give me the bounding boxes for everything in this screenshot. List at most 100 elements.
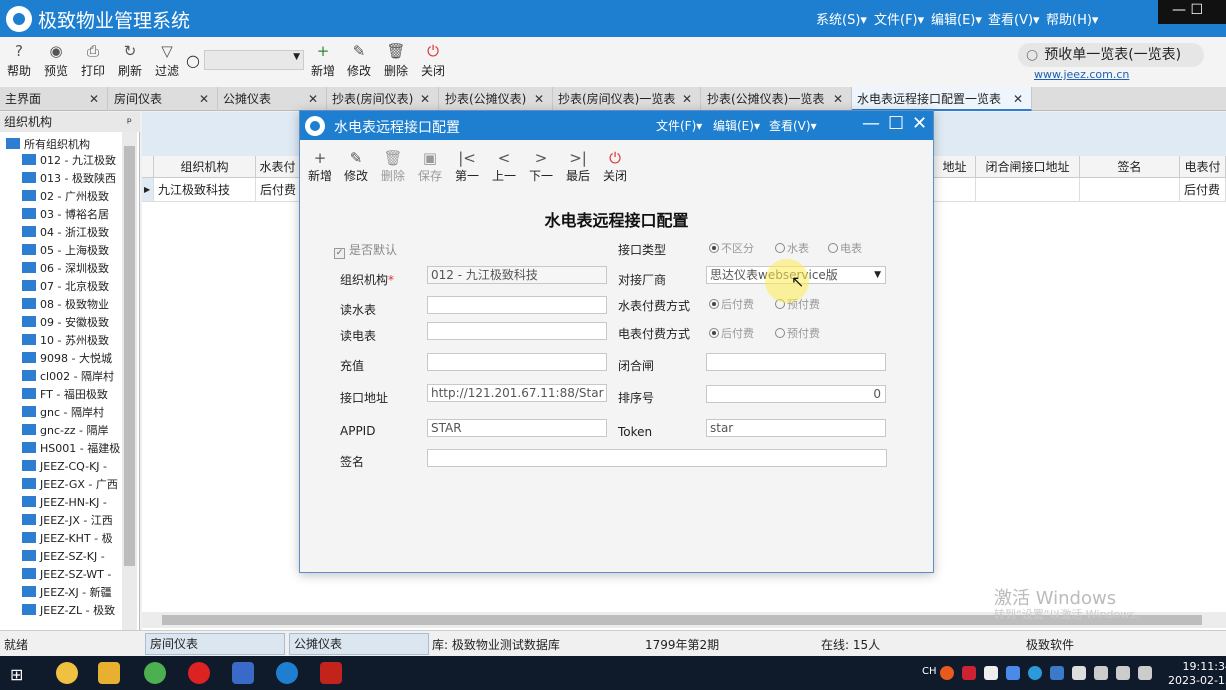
col-elec-pay[interactable]: 电表付	[1180, 156, 1226, 178]
dialog-menu-edit[interactable]: 编辑(E)▾	[713, 117, 760, 134]
tree-item[interactable]: JEEZ-HN-KJ -	[22, 494, 120, 512]
jeez-app-icon[interactable]	[276, 662, 298, 684]
filter-combo[interactable]: ▼	[204, 50, 304, 70]
dialog-add-button[interactable]: + 新增	[303, 149, 337, 189]
close-icon[interactable]: ✕	[833, 87, 843, 111]
tree-item[interactable]: FT - 福田极致	[22, 386, 120, 404]
col-water-pay[interactable]: 水表付	[256, 156, 300, 178]
radio-elec-postpaid[interactable]: 后付费	[709, 325, 754, 341]
dialog-close-button[interactable]: ⏻ 关闭	[598, 149, 632, 189]
refresh-button[interactable]: ↻ 刷新	[113, 41, 147, 83]
tray-app-icon[interactable]	[1050, 666, 1064, 680]
edit-button[interactable]: ✎ 修改	[342, 41, 376, 83]
maximize-icon[interactable]: ☐	[888, 113, 904, 134]
video-app-icon[interactable]	[320, 662, 342, 684]
tab-read-room-list[interactable]: 抄表(房间仪表)一览表 ✕	[553, 87, 701, 111]
tab-read-room[interactable]: 抄表(房间仪表) ✕	[327, 87, 439, 111]
menu-view[interactable]: 查看(V)▾	[988, 9, 1040, 28]
close-button[interactable]: ⏻ 关闭	[416, 41, 450, 83]
print-button[interactable]: ⎙ 打印	[76, 41, 110, 83]
taskbar-clock[interactable]: 19:11:342023-02-15	[1168, 660, 1226, 688]
delete-button[interactable]: 🗑 删除	[379, 41, 413, 83]
tree-item[interactable]: 09 - 安徽极致	[22, 314, 120, 332]
col-org[interactable]: 组织机构	[154, 156, 256, 178]
tree-item[interactable]: 012 - 九江极致	[22, 152, 120, 170]
file-explorer-icon[interactable]	[98, 662, 120, 684]
dialog-menu-file[interactable]: 文件(F)▾	[656, 117, 702, 134]
tree-item[interactable]: JEEZ-CQ-KJ -	[22, 458, 120, 476]
cell-water-pay[interactable]: 后付费	[256, 178, 300, 202]
recorder-icon[interactable]	[188, 662, 210, 684]
volume-icon[interactable]	[1138, 666, 1152, 680]
window-controls[interactable]: — ☐	[1158, 0, 1226, 24]
close-icon[interactable]: ✕	[1013, 87, 1023, 111]
tree-item[interactable]: 10 - 苏州极致	[22, 332, 120, 350]
col-address[interactable]: 地址	[934, 156, 976, 178]
tray-app-icon[interactable]	[984, 666, 998, 680]
appid-field[interactable]: STAR	[427, 419, 607, 437]
read-elec-field[interactable]	[427, 322, 607, 340]
tree-item[interactable]: JEEZ-GX - 广西	[22, 476, 120, 494]
dialog-save-button[interactable]: ▣ 保存	[413, 149, 447, 189]
tree-item[interactable]: 03 - 博裕名居	[22, 206, 120, 224]
tab-read-shared-list[interactable]: 抄表(公摊仪表)一览表 ✕	[702, 87, 852, 111]
dialog-edit-button[interactable]: ✎ 修改	[339, 149, 373, 189]
filter-button[interactable]: ▽ 过滤	[150, 41, 184, 83]
read-water-field[interactable]	[427, 296, 607, 314]
tree-scrollbar[interactable]	[122, 132, 137, 630]
close-icon[interactable]: ✕	[308, 87, 318, 111]
qq-icon[interactable]	[56, 662, 78, 684]
windows-start-icon[interactable]: ⊞	[10, 665, 23, 684]
website-link[interactable]: www.jeez.com.cn	[1034, 68, 1129, 81]
tab-main[interactable]: 主界面 ✕	[0, 87, 108, 111]
close-icon[interactable]: ✕	[534, 87, 544, 111]
sort-no-field[interactable]: 0	[706, 385, 886, 403]
close-icon[interactable]: ✕	[682, 87, 692, 111]
menu-edit[interactable]: 编辑(E)▾	[931, 9, 982, 28]
close-icon[interactable]: ✕	[199, 87, 209, 111]
token-field[interactable]: star	[706, 419, 886, 437]
close-gate-field[interactable]	[706, 353, 886, 371]
tree-item[interactable]: 02 - 广州极致	[22, 188, 120, 206]
tree-item[interactable]: JEEZ-ZL - 极致	[22, 602, 120, 620]
network-icon[interactable]	[1116, 666, 1130, 680]
tab-room-meter[interactable]: 房间仪表 ✕	[109, 87, 218, 111]
next-record-button[interactable]: > 下一	[524, 149, 558, 189]
tab-meter-interface-list[interactable]: 水电表远程接口配置一览表 ✕	[852, 87, 1032, 111]
tree-item[interactable]: cl002 - 隔岸村	[22, 368, 120, 386]
close-icon[interactable]: ✕	[89, 87, 99, 111]
menu-file[interactable]: 文件(F)▾	[874, 9, 924, 28]
tray-app-icon[interactable]	[940, 666, 954, 680]
radio-water-postpaid[interactable]: 后付费	[709, 296, 754, 312]
tree-item[interactable]: 08 - 极致物业	[22, 296, 120, 314]
tray-app-icon[interactable]	[962, 666, 976, 680]
shield-icon[interactable]	[1006, 666, 1020, 680]
col-signature[interactable]: 签名	[1080, 156, 1180, 178]
status-tab-shared-meter[interactable]: 公摊仪表	[289, 633, 429, 655]
tree-item[interactable]: 06 - 深圳极致	[22, 260, 120, 278]
signature-field[interactable]	[427, 449, 887, 467]
org-field[interactable]: 012 - 九江极致科技	[427, 266, 607, 284]
add-button[interactable]: + 新增	[306, 41, 340, 83]
is-default-checkbox[interactable]: ✓ 是否默认	[334, 241, 397, 259]
menu-system[interactable]: 系统(S)▾	[816, 9, 867, 28]
tab-read-shared[interactable]: 抄表(公摊仪表) ✕	[440, 87, 553, 111]
search-icon[interactable]: ○	[186, 51, 200, 70]
tree-item[interactable]: JEEZ-SZ-WT -	[22, 566, 120, 584]
api-url-field[interactable]: http://121.201.67.11:88/Star	[427, 384, 607, 402]
tree-item[interactable]: 05 - 上海极致	[22, 242, 120, 260]
recharge-field[interactable]	[427, 353, 607, 371]
tree-item[interactable]: JEEZ-SZ-KJ -	[22, 548, 120, 566]
tree-item[interactable]: gnc-zz - 隔岸	[22, 422, 120, 440]
ime-indicator[interactable]: CH	[922, 666, 937, 677]
app-icon[interactable]	[232, 662, 254, 684]
minimize-icon[interactable]: —	[862, 113, 880, 134]
close-icon[interactable]: ✕	[912, 113, 927, 134]
col-close-gate-url[interactable]: 闭合闸接口地址	[976, 156, 1080, 178]
radio-water[interactable]: 水表	[775, 240, 809, 256]
first-record-button[interactable]: |< 第一	[450, 149, 484, 189]
prev-record-button[interactable]: < 上一	[487, 149, 521, 189]
tree-item[interactable]: JEEZ-JX - 江西	[22, 512, 120, 530]
help-button[interactable]: ? 帮助	[2, 41, 36, 83]
dialog-menu-view[interactable]: 查看(V)▾	[769, 117, 817, 134]
